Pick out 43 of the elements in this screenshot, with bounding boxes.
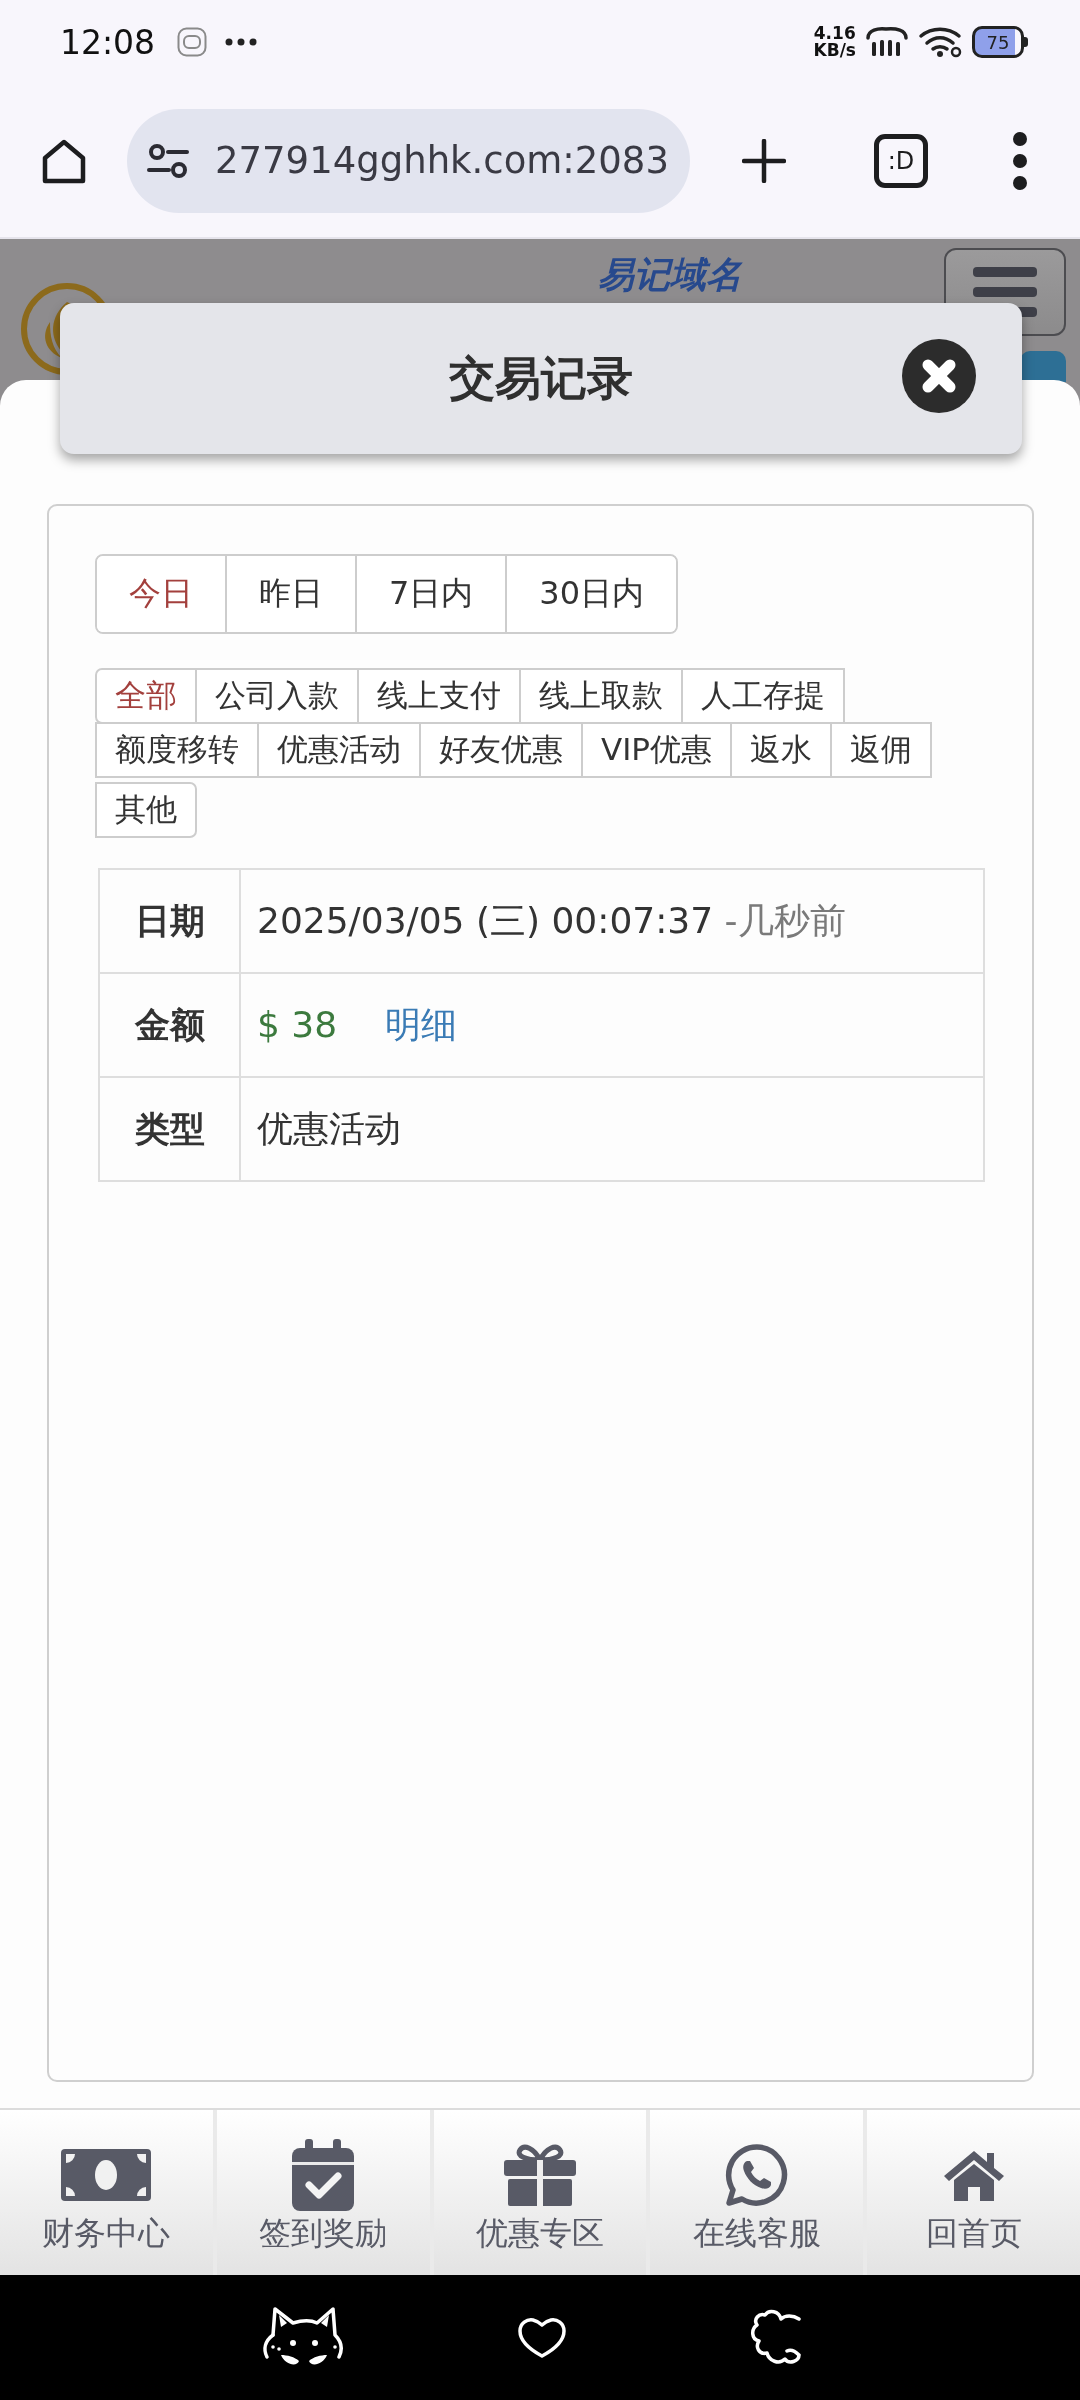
close-icon <box>902 339 976 413</box>
nav-item[interactable]: 在线客服 <box>650 2110 864 2275</box>
field-label: 金额 <box>134 1004 205 1045</box>
relative-time: -几秒前 <box>724 899 846 941</box>
plus-icon[interactable] <box>742 138 786 183</box>
header-button[interactable] <box>1020 351 1066 382</box>
field-label: 类型 <box>134 1108 205 1149</box>
amount-value: $ 38 <box>257 1003 338 1045</box>
dots-icon <box>225 38 258 46</box>
nav-item[interactable]: 签到奖励 <box>216 2110 430 2275</box>
clock: 12:08 <box>60 22 156 62</box>
battery-indicator: 75 <box>972 26 1028 58</box>
notification-icon <box>177 27 208 57</box>
nav-item[interactable]: 财务中心 <box>0 2110 213 2275</box>
nav-item[interactable]: 回首页 <box>867 2110 1080 2275</box>
wifi-icon <box>918 26 962 58</box>
site-tagline: 易记域名 <box>598 253 742 297</box>
net-speed-unit: KB/s <box>813 42 856 59</box>
gift-icon <box>504 2144 576 2206</box>
signal-icon <box>864 26 910 58</box>
type-value: 优惠活动 <box>257 1107 401 1149</box>
net-speed-value: 4.16 <box>813 25 856 42</box>
category-filter[interactable]: 全部 <box>95 668 197 724</box>
date-tab[interactable]: 30日内 <box>505 556 677 632</box>
heart-icon[interactable] <box>517 2316 567 2359</box>
calendar-check-icon <box>292 2139 355 2211</box>
dialog-title: 交易记录 <box>449 349 633 407</box>
tab-switcher-button[interactable]: :D <box>874 133 928 188</box>
date-value: 2025/03/05 (三) 00:07:37 <box>257 899 714 941</box>
chat-phone-icon <box>724 2143 789 2207</box>
address-bar[interactable]: 277914gghhk.com:2083 <box>127 108 690 213</box>
category-filter[interactable]: 额度移转 <box>95 722 259 778</box>
field-label: 日期 <box>134 900 205 941</box>
menu-icon[interactable] <box>1012 130 1028 191</box>
category-filter[interactable]: 其他 <box>95 782 197 838</box>
nav-item[interactable]: 优惠专区 <box>433 2110 647 2275</box>
close-button[interactable] <box>902 339 976 413</box>
site-settings-icon[interactable] <box>147 142 189 179</box>
house-icon <box>942 2149 1005 2201</box>
banknote-icon <box>61 2149 152 2201</box>
details-link[interactable]: 明细 <box>385 1003 458 1045</box>
category-filter[interactable]: 人工存提 <box>681 668 845 724</box>
category-filter[interactable]: 返佣 <box>830 722 933 778</box>
